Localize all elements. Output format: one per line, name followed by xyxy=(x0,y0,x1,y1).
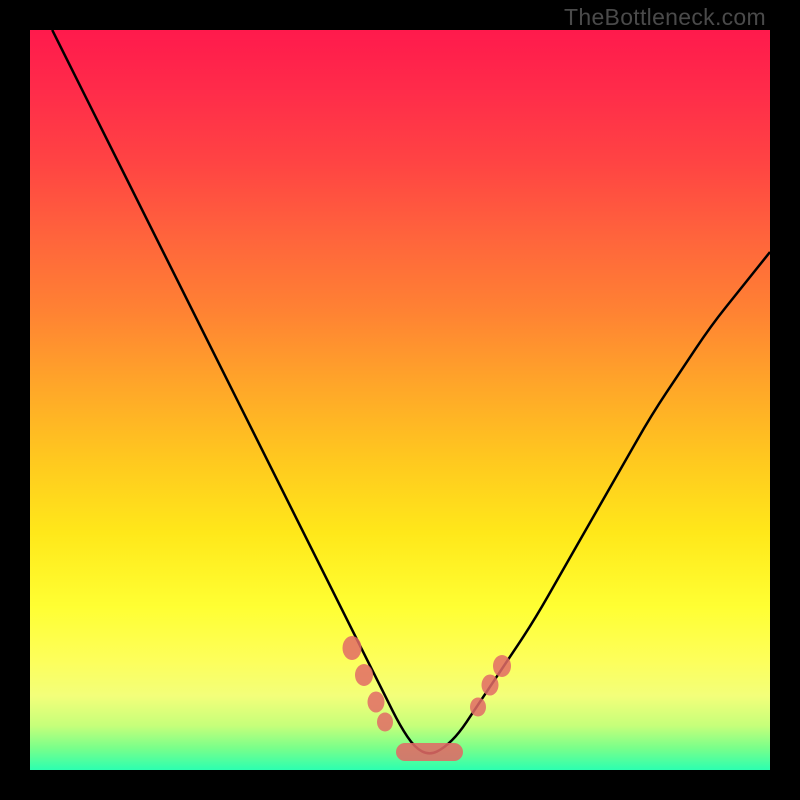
marker-left-3 xyxy=(368,691,385,712)
marker-right-3 xyxy=(493,655,511,677)
trough-bar xyxy=(396,743,463,761)
marker-right-1 xyxy=(470,698,486,717)
marker-right-2 xyxy=(482,674,499,695)
marker-left-4 xyxy=(377,712,393,731)
marker-left-1 xyxy=(342,636,361,660)
curve-path xyxy=(52,30,770,753)
plot-area xyxy=(30,30,770,770)
watermark-label: TheBottleneck.com xyxy=(564,4,766,31)
marker-left-2 xyxy=(355,664,373,686)
bottleneck-curve xyxy=(30,30,770,770)
chart-frame: TheBottleneck.com xyxy=(0,0,800,800)
